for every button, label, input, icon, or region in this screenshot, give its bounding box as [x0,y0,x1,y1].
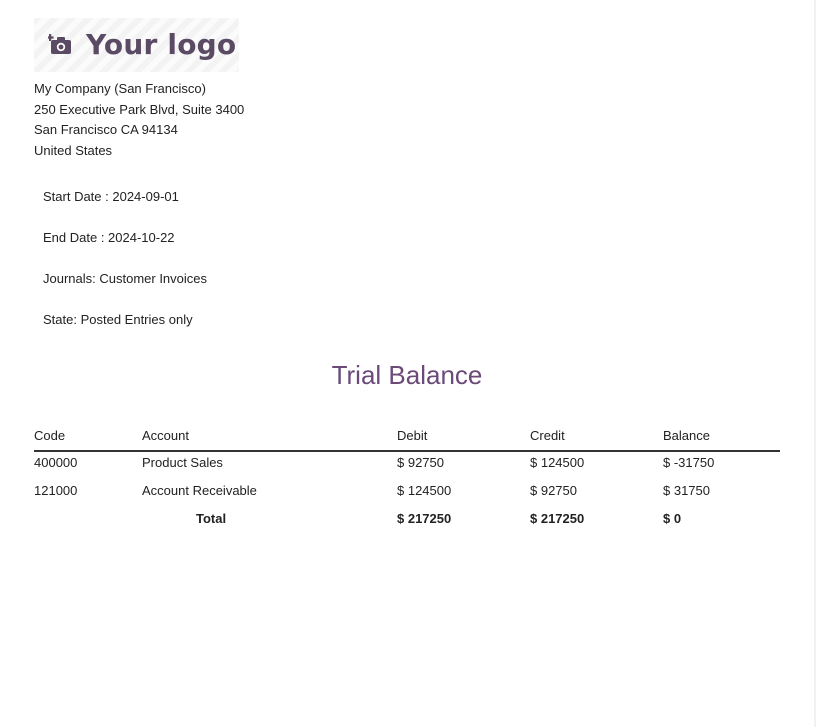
table-row: 400000 Product Sales $ 92750 $ 124500 $ … [34,453,780,481]
cell-debit: $ 92750 [397,455,444,470]
cell-code: 121000 [34,483,78,498]
header-balance: Balance [663,428,710,443]
company-country: United States [34,142,113,158]
state-filter: State: Posted Entries only [43,312,193,327]
table-row: 121000 Account Receivable $ 124500 $ 927… [34,481,780,509]
table-total-row: Total $ 217250 $ 217250 $ 0 [34,509,780,537]
header-account: Account [142,428,189,443]
total-debit: $ 217250 [397,511,452,526]
cell-account: Product Sales [142,455,223,470]
report-filters: Start Date : 2024-09-01 End Date : 2024-… [43,188,207,352]
total-credit: $ 217250 [530,511,585,526]
start-date: Start Date : 2024-09-01 [43,189,179,204]
end-date: End Date : 2024-10-22 [43,230,175,245]
company-address: My Company (San Francisco) 250 Executive… [34,79,244,161]
cell-credit: $ 92750 [530,483,577,498]
cell-credit: $ 124500 [530,455,585,470]
header-debit: Debit [397,428,428,443]
cell-debit: $ 124500 [397,483,452,498]
trial-balance-table: Code Account Debit Credit Balance 400000… [34,426,780,526]
cell-balance: $ -31750 [663,455,715,470]
header-credit: Credit [530,428,565,443]
total-balance: $ 0 [663,511,682,526]
total-label: Total [196,511,227,526]
company-name: My Company (San Francisco) [34,81,206,96]
table-header: Code Account Debit Credit Balance [34,426,780,452]
journals-filter: Journals: Customer Invoices [43,271,208,286]
company-logo: Your logo [34,18,239,72]
header-code: Code [34,428,66,443]
cell-account: Account Receivable [142,483,257,498]
company-address-line-1: 250 Executive Park Blvd, Suite 3400 [34,101,245,117]
company-city-line: San Francisco CA 94134 [34,122,178,138]
report-title: Trial Balance [331,360,483,390]
logo-text: Your logo [86,28,237,61]
table-body: 400000 Product Sales $ 92750 $ 124500 $ … [34,453,780,537]
cell-code: 400000 [34,455,78,470]
cell-balance: $ 31750 [663,483,710,498]
camera-plus-icon [46,32,74,58]
